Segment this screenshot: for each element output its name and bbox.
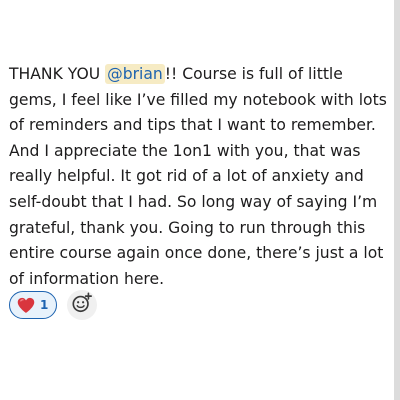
message-text-rest: !! Course is full of little gems, I feel… bbox=[9, 65, 387, 288]
heart-icon bbox=[16, 295, 36, 315]
reaction-heart[interactable]: 1 bbox=[9, 291, 58, 319]
add-reaction-button[interactable] bbox=[67, 290, 98, 320]
scrollbar-track bbox=[394, 0, 400, 400]
user-mention[interactable]: @brian bbox=[105, 64, 165, 84]
message: THANK YOU @brian!! Course is full of lit… bbox=[9, 62, 393, 292]
message-text-start: THANK YOU bbox=[9, 65, 106, 83]
message-text: THANK YOU @brian!! Course is full of lit… bbox=[9, 62, 393, 292]
reaction-count: 1 bbox=[40, 298, 49, 312]
reaction-bar: 1 bbox=[9, 290, 98, 320]
add-emoji-icon bbox=[71, 292, 93, 318]
